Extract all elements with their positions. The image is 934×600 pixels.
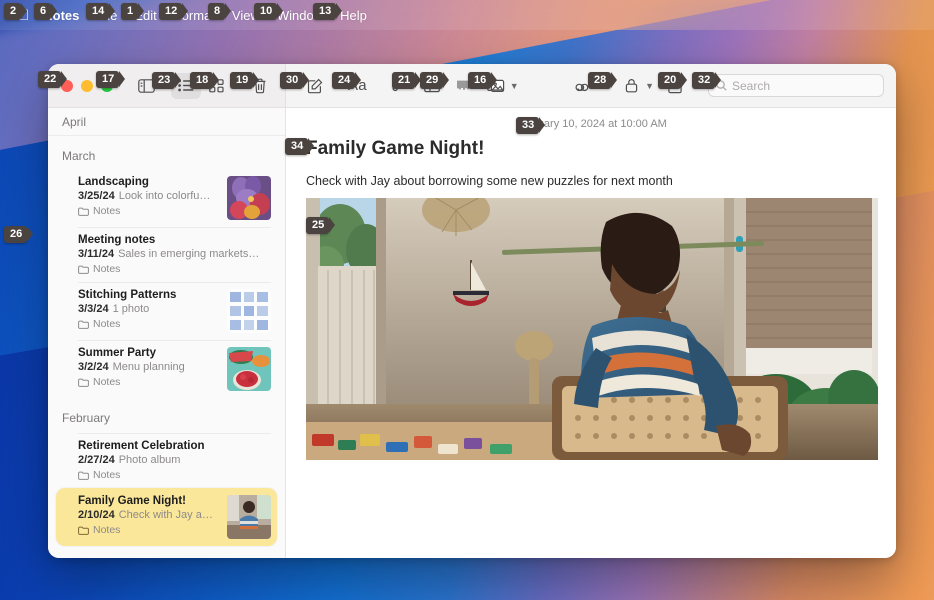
note-preview: 3/11/24 Sales in emerging markets… <box>78 248 260 260</box>
list-item[interactable]: Landscaping 3/25/24 Look into colorfu… No… <box>56 169 277 227</box>
badge-gallery-view: 18 <box>190 72 220 89</box>
folder-icon <box>78 526 89 535</box>
badge-format: 24 <box>332 72 362 89</box>
month-header-february: February <box>62 411 111 425</box>
note-folder-label: Notes <box>93 376 121 388</box>
note-item-text: Summer Party 3/2/24 Menu planning Notes <box>78 347 219 388</box>
note-date: 3/25/24 <box>78 190 115 202</box>
badge-menu-edit: 1 <box>121 3 145 20</box>
note-thumbnail <box>227 176 271 220</box>
note-folder: Notes <box>78 376 219 388</box>
note-item-text: Family Game Night! 2/10/24 Check with Jay… <box>78 495 219 536</box>
badge-note-photo: 25 <box>306 217 336 234</box>
notes-window: Aa <box>48 64 896 558</box>
lock-icon[interactable] <box>616 73 646 99</box>
note-title: Meeting notes <box>78 234 156 246</box>
chevron-down-icon[interactable]: ▼ <box>645 81 654 91</box>
list-item-selected[interactable]: Family Game Night! 2/10/24 Check with Jay… <box>56 488 277 546</box>
folder-icon <box>78 265 89 274</box>
list-item[interactable]: Stitching Patterns 3/3/24 1 photo Notes <box>56 282 277 340</box>
note-list[interactable]: April March Landscaping 3/25/24 Look into… <box>48 108 286 558</box>
list-item[interactable]: Summer Party 3/2/24 Menu planning Notes <box>56 340 277 398</box>
note-folder: Notes <box>78 263 271 275</box>
badge-search: 32 <box>692 72 722 89</box>
note-date: 3/3/24 <box>78 303 109 315</box>
note-folder: Notes <box>78 318 219 330</box>
note-folder: Notes <box>78 205 219 217</box>
list-item[interactable]: Meeting notes 3/11/24 Sales in emerging m… <box>56 227 277 282</box>
note-date: 3/11/24 <box>78 248 115 260</box>
badge-menu-file: 14 <box>86 3 116 20</box>
note-preview: 3/2/24 Menu planning <box>78 361 185 373</box>
badge-note-date: 33 <box>516 117 546 134</box>
badge-table: 29 <box>420 72 450 89</box>
folder-icon <box>78 320 89 329</box>
note-preview: 3/25/24 Look into colorfu… <box>78 190 211 202</box>
note-detail-date: February 10, 2024 at 10:00 AM <box>515 118 667 130</box>
pinned-month-header: April <box>48 108 285 136</box>
note-date: 2/27/24 <box>78 454 115 466</box>
badge-close-button: 22 <box>38 71 68 88</box>
note-folder-label: Notes <box>93 263 121 275</box>
note-item-text: Stitching Patterns 3/3/24 1 photo Notes <box>78 289 219 330</box>
note-detail-photo[interactable] <box>306 198 878 460</box>
note-item-text: Retirement Celebration 2/27/24 Photo albu… <box>78 440 271 481</box>
note-folder-label: Notes <box>93 524 121 536</box>
badge-menu-help: 13 <box>313 3 343 20</box>
note-detail[interactable]: February 10, 2024 at 10:00 AM Family Gam… <box>286 108 896 558</box>
folder-icon <box>78 378 89 387</box>
note-folder-label: Notes <box>93 469 121 481</box>
badge-collaborate: 28 <box>588 72 618 89</box>
note-detail-title[interactable]: Family Game Night! <box>286 134 896 160</box>
folder-icon <box>78 207 89 216</box>
badge-list-view: 23 <box>152 72 182 89</box>
note-item-text: Meeting notes 3/11/24 Sales in emerging m… <box>78 234 271 275</box>
desktop:  Notes File Edit Format View Window Hel… <box>0 0 934 600</box>
badge-desktop: 26 <box>4 226 34 243</box>
badge-menu-window: 10 <box>254 3 284 20</box>
window-body: April March Landscaping 3/25/24 Look into… <box>48 108 896 558</box>
note-title: Retirement Celebration <box>78 440 205 452</box>
badge-share: 20 <box>658 72 688 89</box>
month-header-march: March <box>62 149 96 163</box>
note-preview: 2/10/24 Check with Jay a… <box>78 509 213 521</box>
note-preview: 2/27/24 Photo album <box>78 454 181 466</box>
note-title: Landscaping <box>78 176 149 188</box>
search-placeholder: Search <box>732 78 771 93</box>
note-folder: Notes <box>78 524 219 536</box>
minimize-button[interactable] <box>81 79 93 92</box>
note-item-text: Landscaping 3/25/24 Look into colorfu… No… <box>78 176 219 217</box>
note-date: 3/2/24 <box>78 361 109 373</box>
folder-icon <box>78 471 89 480</box>
badge-menu-view: 8 <box>208 3 232 20</box>
badge-delete: 19 <box>230 72 260 89</box>
badge-note-title: 34 <box>285 138 315 155</box>
note-thumbnail <box>227 347 271 391</box>
badge-apple-menu: 2 <box>4 3 28 20</box>
note-folder-label: Notes <box>93 205 121 217</box>
chevron-down-icon[interactable]: ▼ <box>510 81 519 91</box>
note-title: Stitching Patterns <box>78 289 177 301</box>
note-preview: 3/3/24 1 photo <box>78 303 150 315</box>
note-thumbnail <box>227 495 271 539</box>
note-title: Family Game Night! <box>78 495 186 507</box>
badge-compose: 30 <box>280 72 310 89</box>
list-item[interactable]: Retirement Celebration 2/27/24 Photo albu… <box>56 433 277 488</box>
note-detail-paragraph[interactable]: Check with Jay about borrowing some new … <box>286 160 896 198</box>
badge-zoom-button: 17 <box>96 71 126 88</box>
note-date: 2/10/24 <box>78 509 115 521</box>
note-folder-label: Notes <box>93 318 121 330</box>
note-thumbnail <box>227 289 271 333</box>
search-input[interactable]: Search <box>708 74 884 97</box>
note-title: Summer Party <box>78 347 156 359</box>
menu-item-help[interactable]: Help <box>340 8 367 23</box>
badge-checklist: 21 <box>392 72 422 89</box>
badge-menu-notes: 6 <box>34 3 58 20</box>
badge-menu-format: 12 <box>159 3 189 20</box>
note-folder: Notes <box>78 469 271 481</box>
badge-link: 16 <box>468 72 498 89</box>
